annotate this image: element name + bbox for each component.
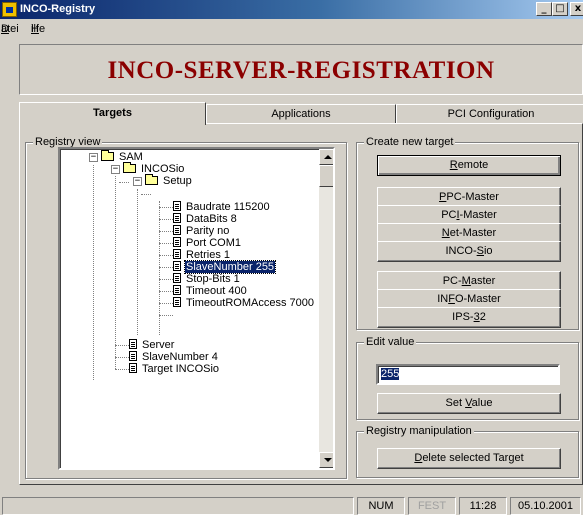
close-button[interactable]: x xyxy=(570,2,583,16)
document-icon xyxy=(129,339,137,349)
tree-line xyxy=(159,243,173,244)
scroll-thumb[interactable] xyxy=(319,165,333,187)
tree-line xyxy=(159,255,173,256)
status-fest: FEST xyxy=(408,497,456,515)
remote-button[interactable]: Remote xyxy=(377,155,561,176)
tree-line xyxy=(137,189,138,335)
tree-line xyxy=(115,345,129,346)
collapse-sam-toggle[interactable]: − xyxy=(89,153,98,162)
collapse-setup-toggle[interactable]: − xyxy=(133,177,142,186)
document-icon xyxy=(129,351,137,361)
inco-sio-button[interactable]: INCO-Sio xyxy=(377,241,561,262)
scroll-up-button[interactable] xyxy=(319,149,333,165)
status-pane-message xyxy=(2,497,354,515)
tree-scrollbar[interactable] xyxy=(319,149,333,468)
registry-manipulation-label: Registry manipulation xyxy=(364,425,474,437)
delete-target-button[interactable]: Delete selected Target xyxy=(377,448,561,469)
document-icon xyxy=(173,285,181,295)
document-icon xyxy=(173,297,181,307)
document-icon xyxy=(173,213,181,223)
status-date: 05.10.2001 xyxy=(510,497,581,515)
status-time: 11:28 xyxy=(459,497,507,515)
tree-line xyxy=(159,279,173,280)
tree-line xyxy=(115,176,116,369)
create-target-label: Create new target xyxy=(364,136,456,148)
tree-line xyxy=(115,369,129,370)
banner-title: INCO-SERVER-REGISTRATION xyxy=(107,57,495,84)
tree-line xyxy=(159,303,173,304)
status-num: NUM xyxy=(357,497,405,515)
collapse-incosio-toggle[interactable]: − xyxy=(111,165,120,174)
document-icon xyxy=(173,261,181,271)
maximize-button[interactable]: □ xyxy=(552,2,568,16)
tree-line xyxy=(159,231,173,232)
tree-line xyxy=(159,315,173,316)
registration-banner: INCO-SERVER-REGISTRATION xyxy=(19,44,583,95)
tree-node-setup[interactable]: Setup xyxy=(145,174,193,188)
registry-tree[interactable]: − − − SAM INCOSio Setup Baudrate 115200 … xyxy=(58,147,335,470)
edit-value-label: Edit value xyxy=(364,336,417,348)
tree-line xyxy=(159,219,173,220)
document-icon xyxy=(173,225,181,235)
document-icon xyxy=(129,363,137,373)
tab-applications[interactable]: Applications xyxy=(206,104,396,124)
tree-line xyxy=(119,182,129,183)
value-input-text: 255 xyxy=(381,368,400,380)
document-icon xyxy=(173,249,181,259)
document-icon xyxy=(173,273,181,283)
tree-line xyxy=(159,267,173,268)
document-icon xyxy=(173,201,181,211)
value-input[interactable]: 255 xyxy=(376,364,560,385)
tree-line xyxy=(159,207,173,208)
app-icon[interactable] xyxy=(2,2,17,17)
tree-line xyxy=(141,194,151,195)
tree-node-timeoutromaccess[interactable]: TimeoutROMAccess 7000 xyxy=(173,297,315,310)
tab-strip: Targets Applications PCI Configuration xyxy=(19,102,583,125)
folder-open-icon xyxy=(101,150,114,161)
tree-node-target[interactable]: Target INCOSio xyxy=(129,363,220,376)
tree-line xyxy=(159,291,173,292)
folder-open-icon xyxy=(123,162,136,173)
tree-line xyxy=(115,357,129,358)
folder-open-icon xyxy=(145,174,158,185)
window-title: INCO-Registry xyxy=(20,3,96,15)
title-bar[interactable]: INCO-Registry _ □ x xyxy=(0,0,583,19)
menu-bar: Datei Hilfe xyxy=(1,23,46,35)
document-icon xyxy=(173,237,181,247)
status-bar: NUM FEST 11:28 05.10.2001 xyxy=(0,497,583,515)
ips-32-button[interactable]: IPS-32 xyxy=(377,307,561,328)
tab-pci-configuration[interactable]: PCI Configuration xyxy=(396,104,583,124)
set-value-button[interactable]: Set Value xyxy=(377,393,561,414)
minimize-button[interactable]: _ xyxy=(536,2,552,16)
tab-targets[interactable]: Targets xyxy=(19,102,206,125)
tree-line xyxy=(93,165,94,380)
scroll-down-button[interactable] xyxy=(319,452,333,468)
